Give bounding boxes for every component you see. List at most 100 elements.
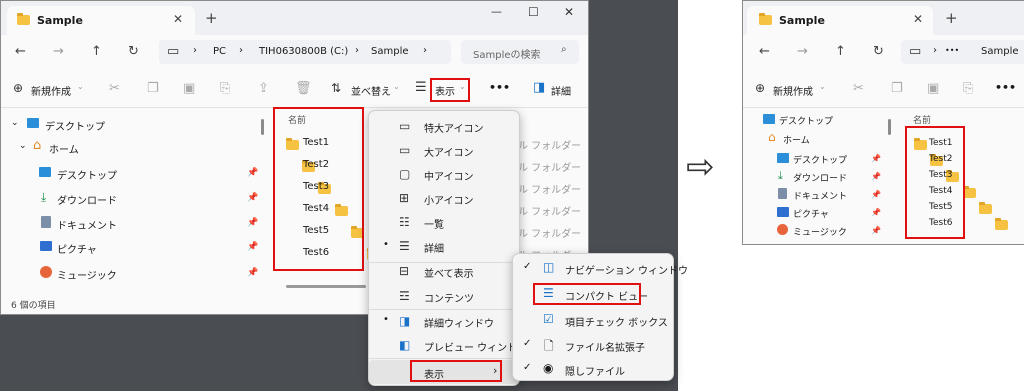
status-item-count: 6 個の項目 — [11, 301, 56, 311]
minimize-button[interactable]: — — [491, 5, 502, 18]
new-button[interactable]: 新規作成 — [773, 83, 813, 98]
pin-icon[interactable]: 📌 — [247, 193, 258, 203]
address-bar[interactable]: ▭ › PC › TIH0630800B (C:) › Sample › — [159, 40, 451, 64]
address-bar[interactable]: ▭ › ••• Sample — [901, 40, 1024, 64]
submenu-item-hidden-files[interactable]: ✓ ◉ 隠しファイル — [513, 357, 673, 381]
close-tab-icon[interactable]: ✕ — [913, 12, 923, 26]
new-tab-button[interactable]: + — [205, 9, 218, 27]
sidebar-item-pictures[interactable]: ピクチャ — [57, 241, 97, 256]
submenu-item-file-extensions[interactable]: ✓ 🗋 ファイル名拡張子 — [513, 333, 673, 357]
expand-chevron-icon[interactable]: ⌄ — [19, 141, 27, 151]
submenu-item-navigation-pane[interactable]: ✓ ◫ ナビゲーション ウィンドウ — [513, 256, 688, 280]
menu-item-extra-large-icons[interactable]: ▭ 特大アイコン — [369, 114, 519, 138]
menu-item-details[interactable]: • ☰ 詳細 — [369, 234, 519, 258]
details-button[interactable]: 詳細 — [551, 83, 571, 98]
new-button[interactable]: 新規作成 — [31, 83, 71, 98]
monitor-icon: ▭ — [167, 44, 180, 59]
up-arrow-icon[interactable]: ↑ — [91, 45, 102, 58]
sidebar-item-music[interactable]: ミュージック — [57, 267, 117, 282]
cut-icon[interactable]: ✂ — [109, 82, 120, 95]
menu-item-medium-icons[interactable]: ▢ 中アイコン — [369, 162, 519, 186]
copy-icon[interactable]: ❐ — [891, 82, 903, 95]
column-header-name[interactable]: 名前 — [913, 113, 931, 126]
download-icon: ⤓ — [778, 169, 783, 182]
expand-chevron-icon[interactable]: ⌄ — [11, 118, 19, 128]
tab-sample[interactable]: Sample ✕ — [747, 6, 933, 35]
sidebar-item-documents[interactable]: ドキュメント — [793, 189, 847, 202]
breadcrumb-sample[interactable]: Sample — [371, 46, 409, 57]
pin-icon[interactable]: 📌 — [247, 242, 258, 252]
delete-icon[interactable]: 🗑 — [295, 82, 312, 95]
more-options-button[interactable]: ••• — [489, 81, 510, 94]
refresh-icon[interactable]: ↻ — [128, 45, 139, 58]
sidebar-item-desktop-sub[interactable]: デスクトップ — [793, 153, 847, 166]
scrollbar-thumb[interactable] — [261, 119, 264, 135]
desktop-icon — [39, 167, 51, 177]
tiles-icon: ⊟ — [399, 264, 410, 278]
forward-arrow-icon[interactable]: → — [797, 45, 808, 58]
view-icon: ☰ — [415, 80, 427, 95]
scrollbar-thumb[interactable] — [888, 119, 891, 135]
sidebar-item-downloads[interactable]: ダウンロード — [793, 171, 847, 184]
back-arrow-icon[interactable]: ← — [759, 45, 770, 58]
highlight-compact-view — [533, 283, 641, 305]
menu-item-tiles[interactable]: ⊟ 並べて表示 — [369, 259, 519, 283]
folder-icon — [17, 13, 30, 25]
folder-icon — [994, 218, 1008, 230]
sidebar-item-home[interactable]: ホーム — [783, 133, 810, 146]
menu-item-details-pane[interactable]: • ◨ 詳細ウィンドウ — [369, 309, 519, 333]
share-icon[interactable]: ⇪ — [258, 82, 269, 95]
paste-icon[interactable]: ▣ — [183, 82, 195, 95]
tab-bar: Sample ✕ + — [743, 1, 1024, 35]
menu-item-content[interactable]: ☲ コンテンツ — [369, 284, 519, 308]
pin-icon[interactable]: 📌 — [247, 218, 258, 228]
cut-icon[interactable]: ✂ — [853, 82, 864, 95]
breadcrumb-sample[interactable]: Sample — [981, 46, 1019, 57]
forward-arrow-icon[interactable]: → — [53, 45, 64, 58]
sidebar-item-downloads[interactable]: ダウンロード — [57, 192, 117, 207]
back-arrow-icon[interactable]: ← — [15, 45, 26, 58]
sidebar-item-desktop[interactable]: デスクトップ — [45, 118, 105, 133]
close-window-button[interactable]: ✕ — [564, 5, 574, 19]
menu-item-preview-pane[interactable]: ◧ プレビュー ウィンドウ — [369, 333, 527, 357]
new-tab-button[interactable]: + — [945, 9, 958, 27]
tab-sample[interactable]: Sample ✕ — [7, 6, 195, 35]
refresh-icon[interactable]: ↻ — [873, 45, 884, 58]
submenu-item-checkboxes[interactable]: ☑ 項目チェック ボックス — [513, 308, 673, 332]
search-box[interactable]: Sampleの検索 ⌕ — [461, 40, 579, 64]
close-tab-icon[interactable]: ✕ — [173, 12, 183, 26]
more-options-button[interactable]: ••• — [995, 81, 1016, 94]
sidebar-item-pictures[interactable]: ピクチャ — [793, 207, 829, 220]
sidebar-item-documents[interactable]: ドキュメント — [57, 217, 117, 232]
pin-icon[interactable]: 📌 — [871, 154, 881, 163]
large-icons-icon: ▭ — [399, 143, 411, 157]
breadcrumb-overflow[interactable]: ••• — [945, 46, 959, 55]
breadcrumb-pc[interactable]: PC — [213, 46, 226, 57]
paste-icon[interactable]: ▣ — [927, 82, 939, 95]
sidebar-item-music[interactable]: ミュージック — [793, 225, 847, 238]
sidebar-item-home[interactable]: ホーム — [49, 141, 79, 156]
breadcrumb-drive[interactable]: TIH0630800B (C:) — [259, 46, 348, 57]
maximize-button[interactable]: ☐ — [528, 5, 539, 19]
menu-item-large-icons[interactable]: ▭ 大アイコン — [369, 138, 519, 162]
up-arrow-icon[interactable]: ↑ — [835, 45, 846, 58]
rename-icon[interactable]: ⎘ — [220, 82, 230, 95]
navigation-pane: ⌄ デスクトップ ⌄ ⌂ ホーム デスクトップ 📌 ⤓ ダウンロード 📌 ドキュ… — [1, 108, 269, 288]
pin-icon[interactable]: 📌 — [871, 172, 881, 181]
rename-icon[interactable]: ⎘ — [963, 82, 973, 95]
pin-icon[interactable]: 📌 — [871, 226, 881, 235]
menu-item-small-icons[interactable]: ⊞ 小アイコン — [369, 186, 519, 210]
pin-icon[interactable]: 📌 — [871, 190, 881, 199]
download-icon: ⤓ — [41, 190, 47, 204]
menu-item-list[interactable]: ☷ 一覧 — [369, 210, 519, 234]
copy-icon[interactable]: ❐ — [147, 82, 159, 95]
sidebar-item-desktop[interactable]: デスクトップ — [779, 114, 833, 127]
pin-icon[interactable]: 📌 — [247, 268, 258, 278]
pin-icon[interactable]: 📌 — [871, 208, 881, 217]
sidebar-item-desktop-sub[interactable]: デスクトップ — [57, 167, 117, 182]
selected-bullet-icon: • — [383, 314, 389, 325]
horizontal-scrollbar[interactable] — [286, 285, 366, 288]
sort-button[interactable]: 並べ替え — [351, 83, 391, 98]
pin-icon[interactable]: 📌 — [247, 168, 258, 178]
sort-icon: ⇅ — [331, 81, 342, 95]
